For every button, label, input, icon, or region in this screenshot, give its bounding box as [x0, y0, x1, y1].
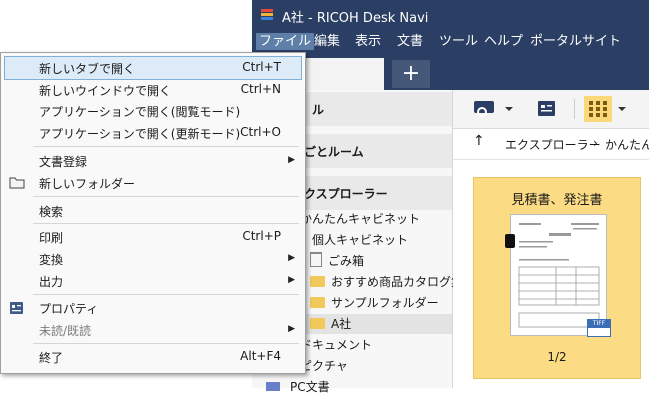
menu-item-open-app-edit[interactable]: アプリケーションで開く(更新モード) Ctrl+O — [1, 122, 303, 144]
menu-separator — [33, 146, 299, 147]
tree-item-pc-documents[interactable]: PC文書 — [266, 377, 330, 397]
properties-icon — [10, 302, 23, 314]
tree-item-folder[interactable]: おすすめ商品カタログ集 — [310, 272, 463, 292]
menu-item-open-app-view[interactable]: アプリケーションで開く(閲覧モード) — [1, 100, 303, 122]
title-bar: A社 - RICOH Desk Navi — [252, 0, 649, 30]
menu-item-new-folder[interactable]: 新しいフォルダー — [1, 172, 303, 194]
menu-separator — [33, 343, 299, 344]
tree-item-trash[interactable]: ごみ箱 — [310, 251, 364, 271]
menu-item-open-new-window[interactable]: 新しいウインドウで開く Ctrl+N — [1, 79, 303, 101]
submenu-arrow-icon: ▶ — [288, 155, 295, 165]
properties-view-icon[interactable] — [537, 100, 557, 118]
menu-item-convert[interactable]: 変換 ▶ — [1, 248, 303, 270]
submenu-arrow-icon: ▶ — [288, 275, 295, 285]
menu-item-properties[interactable]: プロパティ — [1, 297, 303, 319]
grid-view-icon[interactable] — [584, 96, 632, 122]
menu-item-print[interactable]: 印刷 Ctrl+P — [1, 226, 303, 248]
breadcrumb: ↑ エクスプローラー › かんたん — [453, 129, 649, 160]
menu-item-exit[interactable]: 終了 Alt+F4 — [1, 346, 303, 368]
up-arrow-icon[interactable]: ↑ — [473, 133, 485, 149]
breadcrumb-item[interactable]: エクスプローラー — [505, 136, 601, 153]
file-menu: 新しいタブで開く Ctrl+T 新しいウインドウで開く Ctrl+N アプリケー… — [0, 52, 306, 374]
tree-item-folder[interactable]: サンプルフォルダー — [310, 293, 439, 313]
folder-icon — [310, 318, 325, 329]
breadcrumb-item[interactable]: かんたん — [605, 136, 649, 153]
document-thumbnail — [510, 214, 607, 336]
folder-icon — [310, 297, 325, 308]
menu-separator — [33, 223, 299, 224]
tree-item-documents[interactable]: ドキュメント — [300, 335, 372, 355]
menu-item-open-new-tab[interactable]: 新しいタブで開く Ctrl+T — [4, 56, 302, 80]
document-card[interactable]: 見積書、発注書 TIFF 1/2 — [473, 177, 641, 379]
page-preview-icon — [518, 223, 600, 328]
menu-document[interactable]: 文書 — [394, 33, 426, 50]
trash-icon — [310, 252, 322, 267]
toolbar-divider — [574, 99, 575, 119]
menu-separator — [33, 294, 299, 295]
menu-help[interactable]: ヘルプ — [481, 33, 526, 50]
menu-item-output[interactable]: 出力 ▶ — [1, 270, 303, 292]
menu-portal[interactable]: ポータルサイト — [527, 33, 624, 50]
menu-bar: ファイル 編集 表示 文書 ツール ヘルプ ポータルサイト — [252, 30, 649, 52]
search-view-icon[interactable] — [473, 100, 517, 118]
menu-file[interactable]: ファイル — [256, 33, 315, 50]
clip-icon — [505, 234, 515, 248]
menu-item-search[interactable]: 検索 — [1, 200, 303, 222]
folder-icon — [310, 276, 325, 287]
page-count: 1/2 — [547, 350, 567, 364]
menu-edit[interactable]: 編集 — [311, 33, 343, 50]
app-icon — [261, 9, 273, 20]
content-pane: ↑ エクスプローラー › かんたん 見積書、発注書 TIFF 1/2 — [453, 90, 649, 388]
add-tab-button[interactable]: + — [392, 60, 430, 88]
window-title: A社 - RICOH Desk Navi — [282, 11, 429, 26]
document-title: 見積書、発注書 — [511, 193, 603, 208]
tree-item-simple-cabinet[interactable]: かんたんキャビネット — [300, 209, 420, 229]
menu-item-register-document[interactable]: 文書登録 ▶ — [1, 150, 303, 172]
tree-item-pictures[interactable]: ピクチャ — [300, 356, 348, 376]
menu-tools[interactable]: ツール — [436, 33, 481, 50]
tree-item-personal-cabinet[interactable]: 個人キャビネット — [312, 230, 408, 250]
folder-icon — [9, 177, 25, 189]
submenu-arrow-icon: ▶ — [288, 324, 295, 334]
pc-icon — [266, 382, 280, 391]
tab-strip: + — [252, 52, 649, 90]
chevron-right-icon: › — [593, 136, 598, 150]
content-toolbar — [453, 90, 649, 129]
menu-separator — [33, 196, 299, 197]
menu-item-read-unread[interactable]: 未読/既読 ▶ — [1, 319, 303, 341]
tiff-badge: TIFF — [587, 319, 611, 337]
tree-item-selected-folder[interactable]: A社 — [292, 314, 452, 334]
menu-view[interactable]: 表示 — [352, 33, 384, 50]
submenu-arrow-icon: ▶ — [288, 253, 295, 263]
